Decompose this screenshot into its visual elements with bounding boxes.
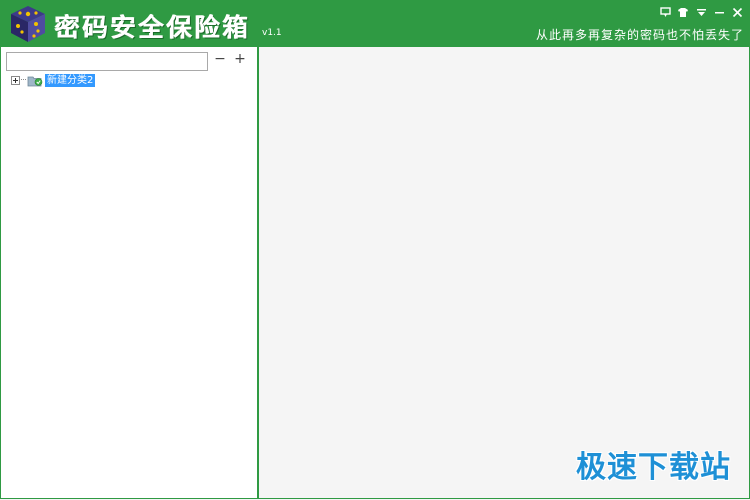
skin-icon[interactable] <box>676 5 690 19</box>
app-logo-icon <box>11 6 45 42</box>
feedback-icon[interactable] <box>658 5 672 19</box>
folder-icon <box>27 76 43 86</box>
window-controls <box>658 3 744 21</box>
close-icon[interactable] <box>730 5 744 19</box>
minimize-icon[interactable] <box>712 5 726 19</box>
app-version: v1.1 <box>262 28 282 38</box>
tree-connector <box>21 79 26 81</box>
add-category-button[interactable]: + <box>233 51 247 67</box>
remove-category-button[interactable]: − <box>213 51 227 67</box>
watermark: 极速下载站 <box>576 450 731 485</box>
content-panel: 极速下载站 <box>258 47 750 499</box>
expand-icon[interactable] <box>11 75 20 85</box>
app-title: 密码安全保险箱 <box>55 13 252 42</box>
menu-icon[interactable] <box>694 5 708 19</box>
search-input[interactable] <box>6 52 208 71</box>
tree-node-label[interactable]: 新建分类2 <box>45 73 96 87</box>
app-slogan: 从此再多再复杂的密码也不怕丢失了 <box>535 28 744 42</box>
title-bar: 密码安全保险箱 v1.1 从此再多再复杂的密码也不怕丢失了 <box>0 0 750 47</box>
tree-node[interactable]: 新建分类2 <box>11 73 96 87</box>
category-panel: − + 新建分类2 <box>0 47 258 499</box>
